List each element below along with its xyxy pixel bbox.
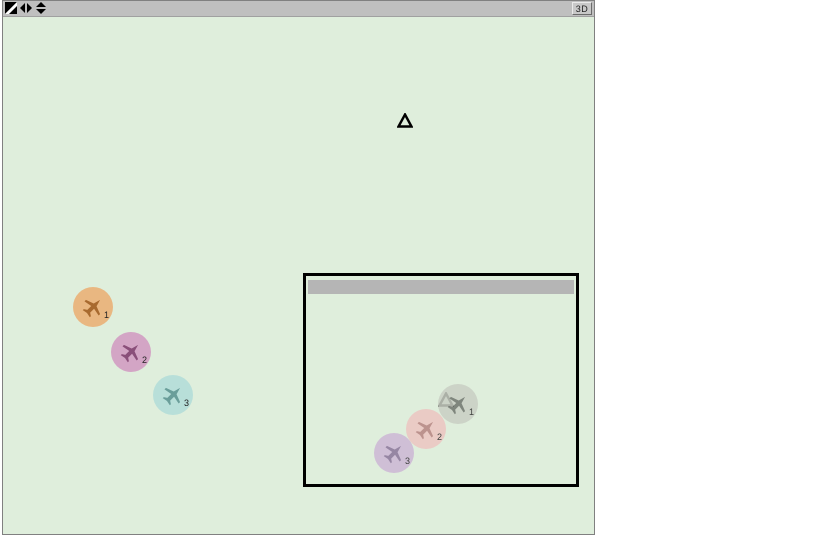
agent-1-label: 1 — [469, 407, 474, 417]
arrows-vertical-icon[interactable] — [35, 2, 47, 14]
inset-window[interactable]: 1 2 3 — [303, 273, 579, 487]
agent-2-label: 2 — [142, 355, 147, 365]
titlebar-icon-group — [5, 2, 47, 14]
agent-3[interactable]: 3 — [153, 375, 193, 415]
agent-3[interactable]: 3 — [374, 433, 414, 473]
agent-1[interactable]: 1 — [73, 287, 113, 327]
agent-3-label: 3 — [405, 456, 410, 466]
agent-3-label: 3 — [184, 398, 189, 408]
world-canvas[interactable]: 1 2 3 1 2 3 — [3, 17, 594, 534]
main-window: 3D 1 2 3 1 2 3 — [2, 0, 595, 535]
view-3d-button[interactable]: 3D — [572, 2, 592, 15]
agent-1[interactable]: 1 — [438, 384, 478, 424]
agent-2[interactable]: 2 — [111, 332, 151, 372]
waypoint-marker — [397, 113, 413, 129]
agent-2-label: 2 — [437, 432, 442, 442]
inset-titlebar[interactable] — [308, 280, 574, 294]
arrows-horizontal-icon[interactable] — [20, 2, 32, 14]
inset-canvas[interactable]: 1 2 3 — [306, 296, 576, 484]
agent-2[interactable]: 2 — [406, 409, 446, 449]
titlebar[interactable]: 3D — [3, 1, 594, 17]
agent-1-label: 1 — [104, 310, 109, 320]
grid-toggle-icon[interactable] — [5, 2, 17, 14]
